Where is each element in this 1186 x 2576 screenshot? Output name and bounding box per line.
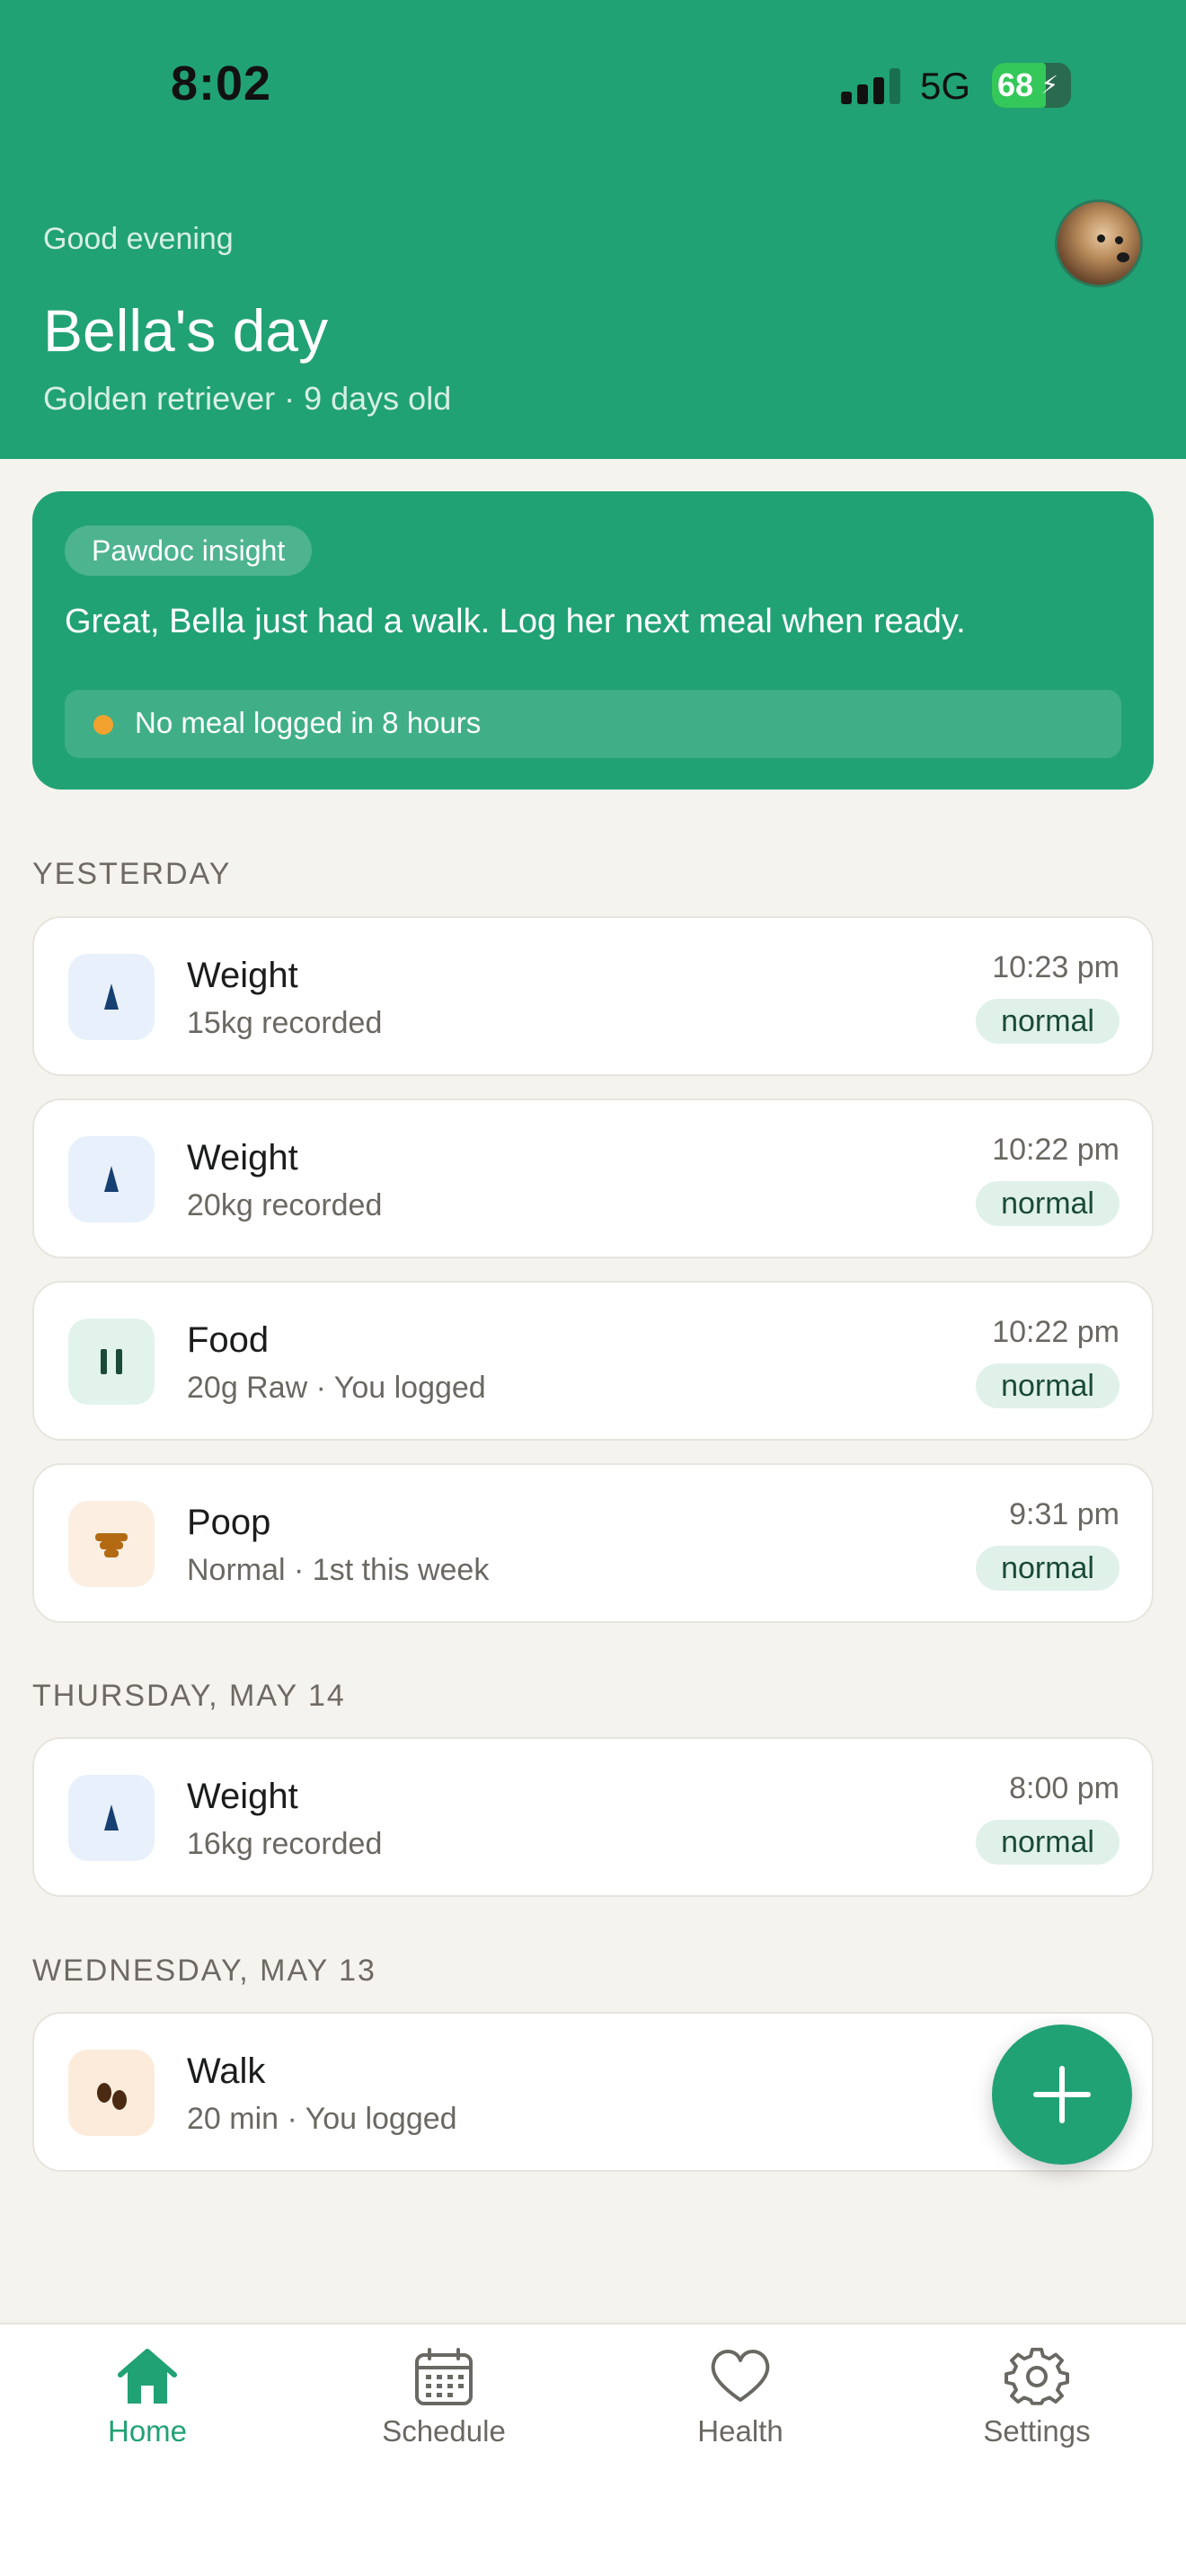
entry-title: Poop xyxy=(187,1503,271,1542)
battery-percent: 68 xyxy=(997,66,1034,103)
entry-title: Food xyxy=(187,1320,270,1360)
entry-time: 9:31 pm xyxy=(1009,1497,1120,1531)
log-entry-card[interactable]: Weight 20kg recorded 10:22 pm normal xyxy=(32,1098,1154,1258)
entry-subtitle: 15kg recorded xyxy=(187,1006,383,1040)
signal-icon xyxy=(841,68,900,104)
section-label-thursday: THURSDAY, MAY 14 xyxy=(32,1679,346,1713)
alert-dot-icon xyxy=(93,715,113,735)
entry-title: Walk xyxy=(187,2051,266,2091)
add-entry-button[interactable] xyxy=(992,2025,1132,2165)
food-icon xyxy=(68,1319,155,1405)
tab-label: Health xyxy=(697,2414,783,2448)
tab-schedule[interactable]: Schedule xyxy=(336,2346,552,2472)
log-entry-card[interactable]: Weight 15kg recorded 10:23 pm normal xyxy=(32,916,1154,1076)
insight-alert: No meal logged in 8 hours xyxy=(65,690,1121,758)
tab-label: Home xyxy=(107,2414,188,2448)
entry-subtitle: 20g Raw · You logged xyxy=(187,1371,486,1405)
weight-icon xyxy=(68,1775,155,1861)
entry-subtitle: Normal · 1st this week xyxy=(187,1553,490,1587)
status-badge: normal xyxy=(976,1363,1120,1408)
status-time: 8:02 xyxy=(171,57,272,110)
tab-label: Settings xyxy=(983,2414,1091,2448)
network-type: 5G xyxy=(920,65,971,107)
walk-icon xyxy=(68,2050,155,2136)
insight-badge: Pawdoc insight xyxy=(65,525,313,576)
tab-label: Schedule xyxy=(382,2414,506,2448)
battery-icon: 68 ⚡ xyxy=(992,63,1071,108)
avatar[interactable] xyxy=(1055,199,1143,287)
calendar-icon xyxy=(415,2348,473,2405)
weight-icon xyxy=(68,1136,155,1222)
charging-icon: ⚡ xyxy=(1040,71,1058,99)
tab-home[interactable]: Home xyxy=(40,2346,255,2472)
entry-time: 10:22 pm xyxy=(992,1133,1120,1167)
pet-subtitle: Golden retriever · 9 days old xyxy=(43,380,452,417)
alert-text: No meal logged in 8 hours xyxy=(135,706,482,739)
home-icon xyxy=(118,2349,177,2404)
log-entry-card[interactable]: Weight 16kg recorded 8:00 pm normal xyxy=(32,1737,1154,1897)
entry-title: Weight xyxy=(187,956,298,995)
status-bar: 8:02 5G 68 ⚡ xyxy=(0,0,1186,171)
tab-bar: Home Schedule Health Settings xyxy=(0,2323,1186,2576)
insight-message: Great, Bella just had a walk. Log her ne… xyxy=(65,603,966,640)
section-label-wednesday: WEDNESDAY, MAY 13 xyxy=(32,1954,376,1988)
entry-subtitle: 16kg recorded xyxy=(187,1827,383,1861)
status-badge: normal xyxy=(976,1181,1120,1226)
greeting: Good evening xyxy=(43,222,234,256)
log-entry-card[interactable]: Poop Normal · 1st this week 9:31 pm norm… xyxy=(32,1463,1154,1623)
section-label-yesterday: YESTERDAY xyxy=(32,857,232,891)
entry-subtitle: 20 min · You logged xyxy=(187,2102,457,2136)
poop-icon xyxy=(68,1501,155,1587)
status-badge: normal xyxy=(976,1546,1120,1591)
page-title: Bella's day xyxy=(43,297,329,364)
weight-icon xyxy=(68,954,155,1040)
entry-time: 10:22 pm xyxy=(992,1315,1120,1349)
heart-icon xyxy=(711,2350,770,2402)
entry-title: Weight xyxy=(187,1777,298,1816)
log-entry-card[interactable]: Food 20g Raw · You logged 10:22 pm norma… xyxy=(32,1281,1154,1441)
status-badge: normal xyxy=(976,1820,1120,1865)
log-entry-card[interactable]: Walk 20 min · You logged xyxy=(32,2012,1154,2172)
entry-title: Weight xyxy=(187,1138,298,1178)
insight-card[interactable]: Pawdoc insight Great, Bella just had a w… xyxy=(32,491,1154,790)
status-badge: normal xyxy=(976,999,1120,1044)
tab-health[interactable]: Health xyxy=(633,2346,848,2472)
entry-subtitle: 20kg recorded xyxy=(187,1188,383,1222)
entry-time: 8:00 pm xyxy=(1009,1771,1120,1805)
tab-settings[interactable]: Settings xyxy=(929,2346,1145,2472)
header: 8:02 5G 68 ⚡ Good evening Bella's day Go… xyxy=(0,0,1186,459)
gear-icon xyxy=(1005,2347,1069,2405)
entry-time: 10:23 pm xyxy=(992,950,1120,984)
